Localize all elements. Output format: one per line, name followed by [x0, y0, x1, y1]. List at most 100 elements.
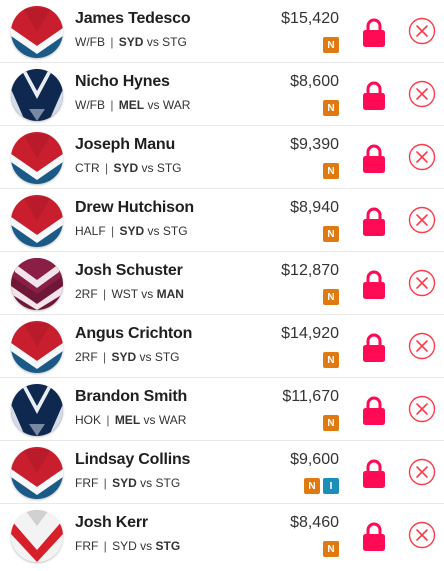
player-row[interactable]: Josh Schuster 2RF | WST vs MAN $12,870 N	[0, 252, 444, 315]
player-position: W/FB	[75, 35, 105, 49]
player-name[interactable]: James Tedesco	[75, 10, 191, 28]
opponent-team: STG	[154, 350, 180, 364]
lock-icon[interactable]	[362, 207, 386, 237]
separator: |	[107, 98, 117, 112]
opponent-team: WAR	[162, 98, 191, 112]
status-badge-n: N	[323, 37, 339, 53]
player-price: $9,600	[290, 451, 339, 468]
player-position: 2RF	[75, 287, 98, 301]
team-jersey-icon	[11, 132, 63, 184]
close-circle-icon[interactable]	[408, 395, 436, 423]
player-name[interactable]: Drew Hutchison	[75, 199, 194, 217]
status-badges: N	[323, 37, 339, 53]
separator: |	[100, 476, 111, 490]
status-badges: NI	[304, 478, 339, 494]
player-meta: W/FB | SYD vs STG	[75, 35, 187, 49]
player-name[interactable]: Lindsay Collins	[75, 451, 190, 469]
player-meta: 2RF | SYD vs STG	[75, 350, 180, 364]
close-circle-icon[interactable]	[408, 332, 436, 360]
player-row[interactable]: Brandon Smith HOK | MEL vs WAR $11,670 N	[0, 378, 444, 441]
player-row[interactable]: Nicho Hynes W/FB | MEL vs WAR $8,600 N	[0, 63, 444, 126]
player-meta: FRF | SYD vs STG	[75, 476, 180, 490]
status-badge-n: N	[304, 478, 320, 494]
player-meta: W/FB | MEL vs WAR	[75, 98, 190, 112]
player-price: $8,600	[290, 73, 339, 90]
player-row[interactable]: Drew Hutchison HALF | SYD vs STG $8,940 …	[0, 189, 444, 252]
player-row[interactable]: Lindsay Collins FRF | SYD vs STG $9,600 …	[0, 441, 444, 504]
player-price: $15,420	[281, 10, 339, 27]
opponent-team: STG	[162, 224, 188, 238]
player-meta: HOK | MEL vs WAR	[75, 413, 186, 427]
team-jersey-icon	[11, 447, 63, 499]
close-circle-icon[interactable]	[408, 521, 436, 549]
vs-text: vs	[141, 287, 154, 301]
player-row[interactable]: Joseph Manu CTR | SYD vs STG $9,390 N	[0, 126, 444, 189]
lock-icon[interactable]	[362, 522, 386, 552]
status-badges: N	[323, 289, 339, 305]
separator: |	[99, 287, 110, 301]
team-jersey-icon	[11, 510, 63, 562]
player-name[interactable]: Nicho Hynes	[75, 73, 170, 91]
close-circle-icon[interactable]	[408, 80, 436, 108]
player-name[interactable]: Josh Schuster	[75, 262, 183, 280]
player-position: CTR	[75, 161, 100, 175]
player-meta: CTR | SYD vs STG	[75, 161, 182, 175]
player-meta: HALF | SYD vs STG	[75, 224, 188, 238]
player-name[interactable]: Josh Kerr	[75, 514, 148, 532]
close-circle-icon[interactable]	[408, 17, 436, 45]
player-team: WST	[111, 287, 138, 301]
separator: |	[99, 350, 110, 364]
player-position: HOK	[75, 413, 102, 427]
team-jersey-icon	[11, 258, 63, 310]
lock-icon[interactable]	[362, 270, 386, 300]
status-badge-n: N	[323, 541, 339, 557]
close-circle-icon[interactable]	[408, 269, 436, 297]
opponent-team: WAR	[158, 413, 187, 427]
lock-icon[interactable]	[362, 396, 386, 426]
opponent-team: STG	[155, 539, 181, 553]
vs-text: vs	[141, 161, 154, 175]
player-name[interactable]: Brandon Smith	[75, 388, 187, 406]
player-name[interactable]: Angus Crichton	[75, 325, 192, 343]
player-row[interactable]: Angus Crichton 2RF | SYD vs STG $14,920 …	[0, 315, 444, 378]
player-team: SYD	[119, 224, 145, 238]
vs-text: vs	[139, 350, 152, 364]
status-badge-i: I	[323, 478, 339, 494]
separator: |	[101, 161, 112, 175]
vs-text: vs	[143, 413, 156, 427]
player-row[interactable]: Josh Kerr FRF | SYD vs STG $8,460 N	[0, 504, 444, 567]
close-circle-icon[interactable]	[408, 143, 436, 171]
status-badge-n: N	[323, 352, 339, 368]
status-badges: N	[323, 352, 339, 368]
lock-icon[interactable]	[362, 144, 386, 174]
team-jersey-icon	[11, 321, 63, 373]
close-circle-icon[interactable]	[408, 206, 436, 234]
status-badges: N	[323, 541, 339, 557]
status-badge-n: N	[323, 163, 339, 179]
lock-icon[interactable]	[362, 18, 386, 48]
player-row[interactable]: James Tedesco W/FB | SYD vs STG $15,420 …	[0, 0, 444, 63]
opponent-team: STG	[155, 476, 181, 490]
close-circle-icon[interactable]	[408, 458, 436, 486]
status-badge-n: N	[323, 415, 339, 431]
vs-text: vs	[140, 476, 153, 490]
player-team: MEL	[118, 98, 145, 112]
status-badge-n: N	[323, 289, 339, 305]
player-position: 2RF	[75, 350, 98, 364]
player-meta: 2RF | WST vs MAN	[75, 287, 184, 301]
player-name[interactable]: Joseph Manu	[75, 136, 175, 154]
lock-icon[interactable]	[362, 81, 386, 111]
lock-icon[interactable]	[362, 333, 386, 363]
player-team: SYD	[111, 350, 137, 364]
lock-icon[interactable]	[362, 459, 386, 489]
player-team: SYD	[112, 539, 137, 553]
player-price: $14,920	[281, 325, 339, 342]
separator: |	[100, 539, 111, 553]
team-jersey-icon	[11, 6, 63, 58]
player-meta: FRF | SYD vs STG	[75, 539, 180, 553]
separator: |	[107, 35, 117, 49]
team-jersey-icon	[11, 69, 63, 121]
status-badge-n: N	[323, 226, 339, 242]
vs-text: vs	[147, 98, 160, 112]
team-jersey-icon	[11, 384, 63, 436]
